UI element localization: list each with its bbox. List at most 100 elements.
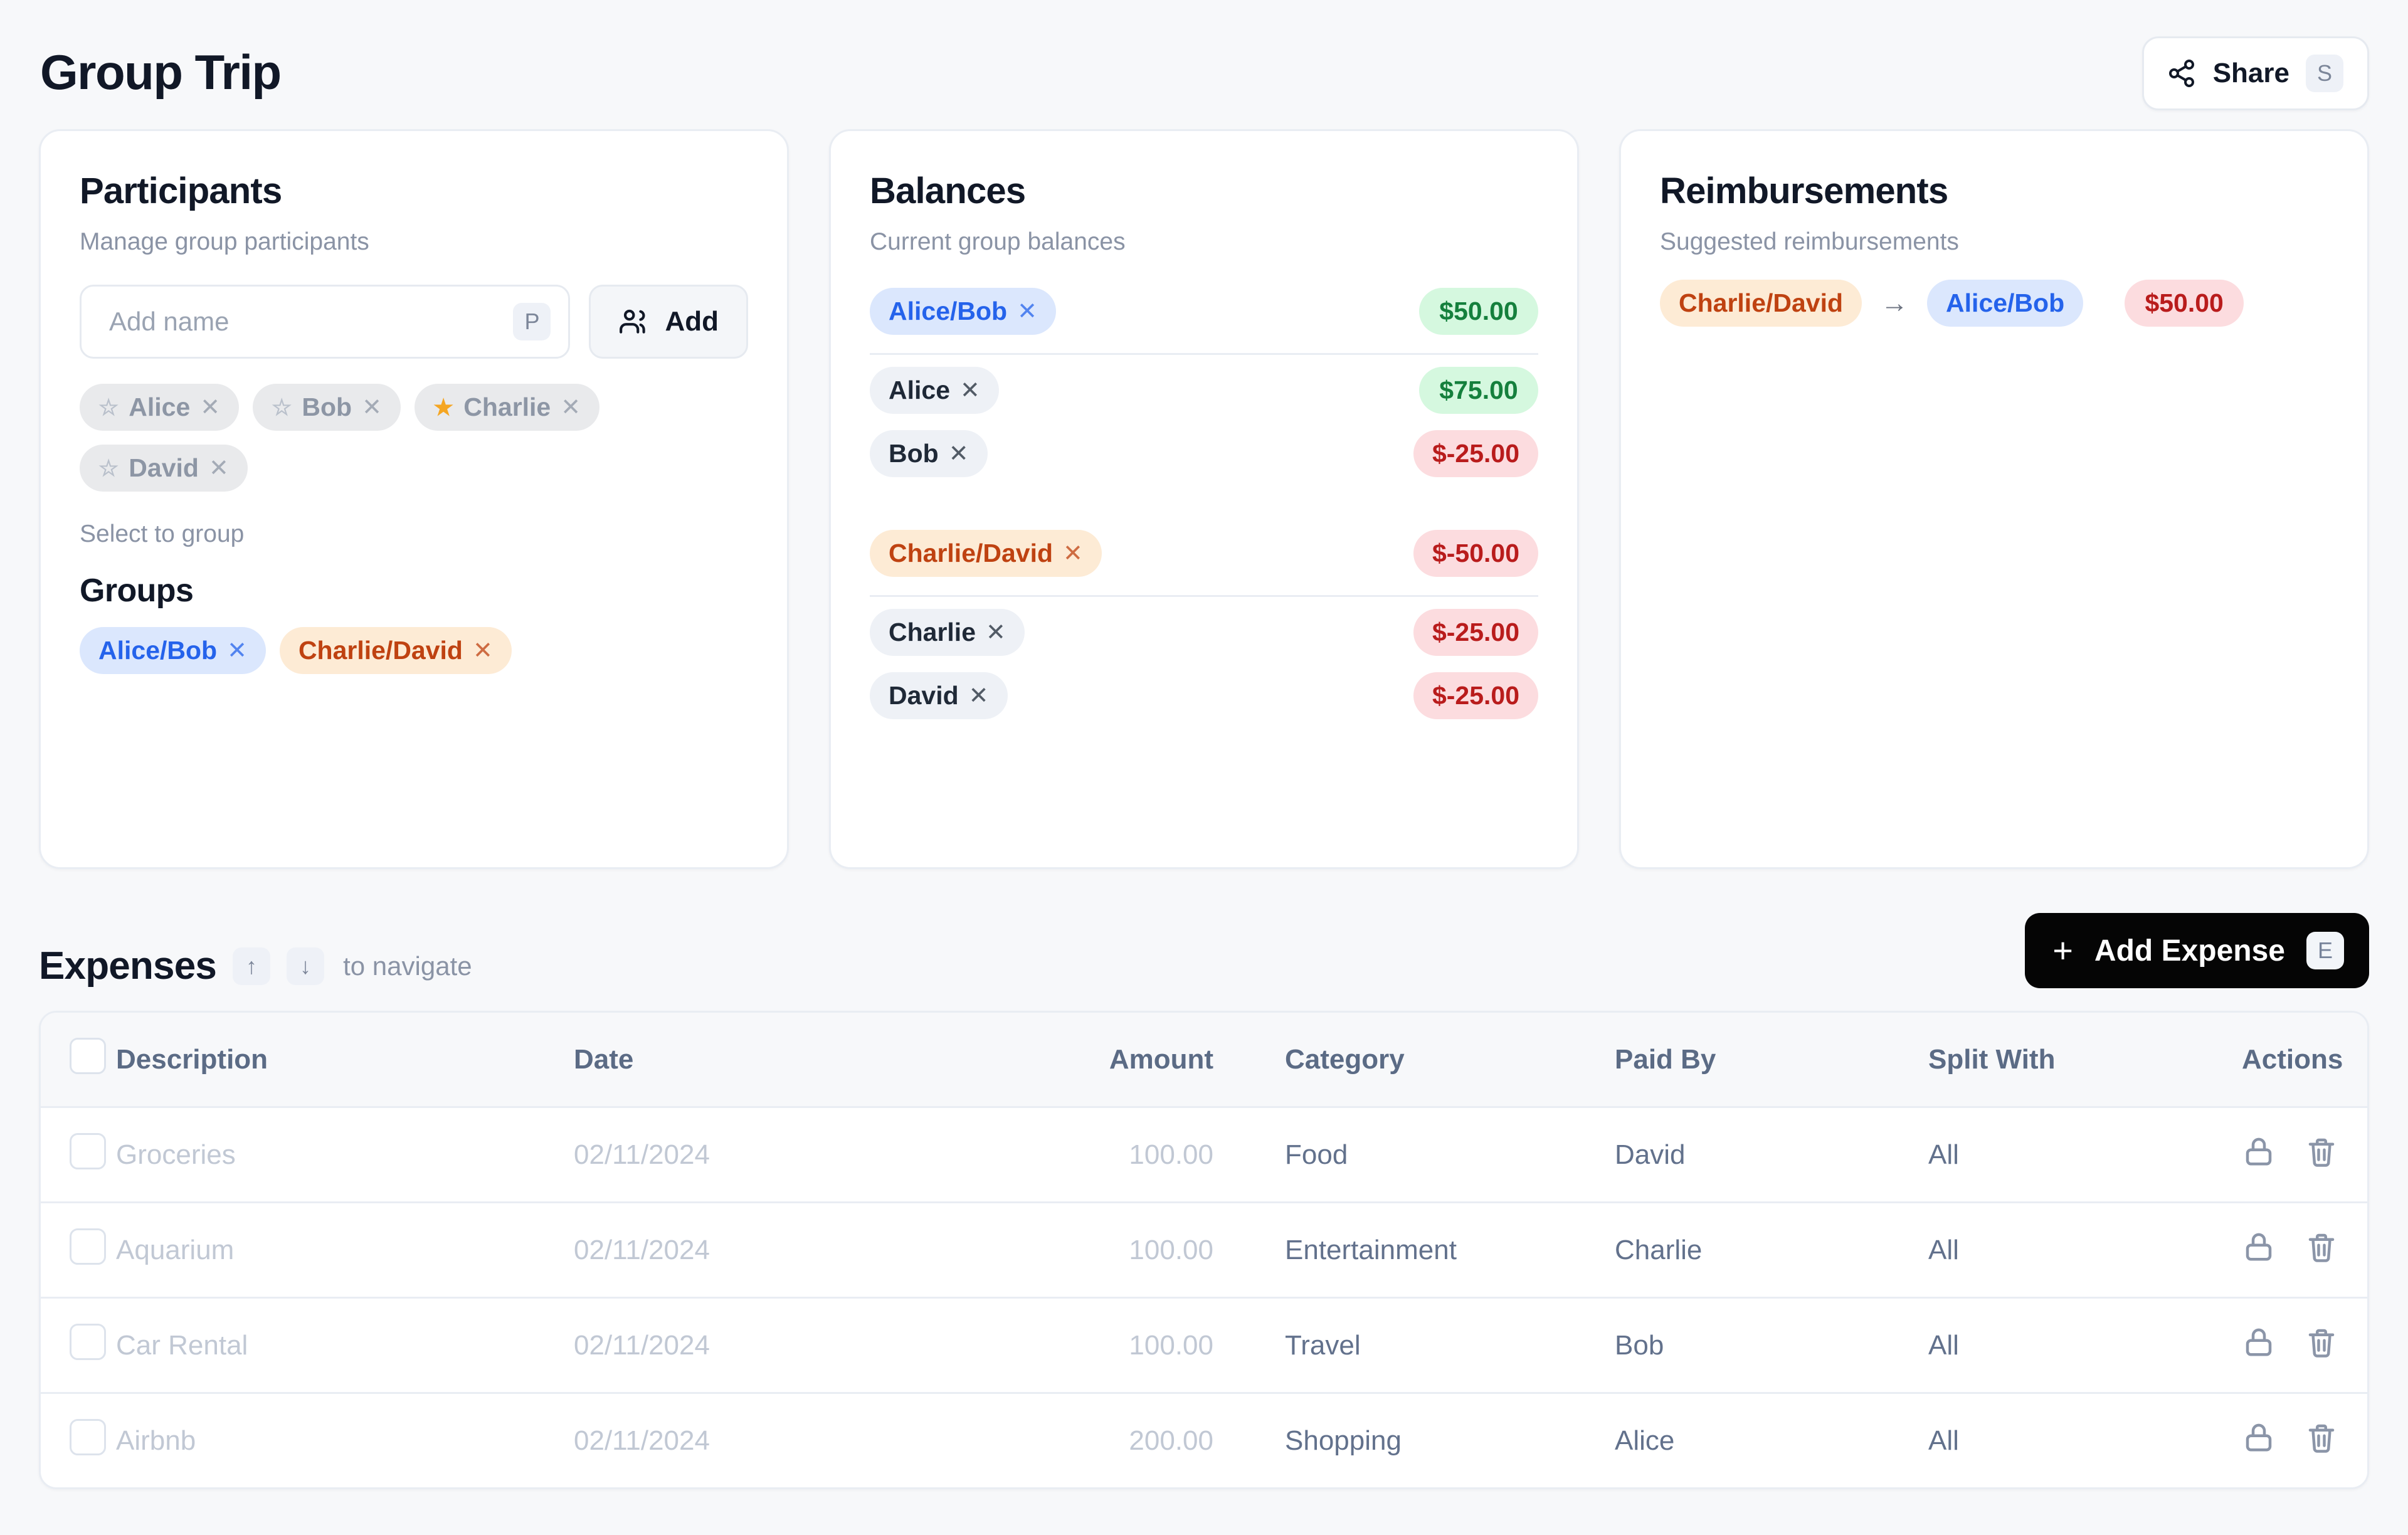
reimbursements-title: Reimbursements	[1660, 171, 1948, 211]
select-all-checkbox[interactable]	[70, 1038, 106, 1074]
column-header-paid-by[interactable]: Paid By	[1615, 1013, 1928, 1108]
cell-paid-by: Bob	[1615, 1297, 1928, 1394]
group-chip[interactable]: Alice/Bob ✕	[80, 627, 266, 674]
remove-balance-icon[interactable]: ✕	[986, 618, 1006, 646]
row-checkbox[interactable]	[70, 1133, 106, 1169]
column-header-description[interactable]: Description	[116, 1013, 574, 1108]
share-button[interactable]: Share S	[2141, 36, 2369, 110]
expenses-table: Description Date Amount Category Paid By…	[39, 1011, 2369, 1489]
balance-group-chip[interactable]: Alice/Bob ✕	[870, 288, 1056, 335]
delete-icon[interactable]	[2305, 1325, 2338, 1359]
row-checkbox[interactable]	[70, 1228, 106, 1265]
add-name-field[interactable]: P	[80, 285, 571, 359]
row-select-cell	[41, 1107, 116, 1203]
table-header-row: Description Date Amount Category Paid By…	[41, 1013, 2367, 1108]
cell-paid-by: Alice	[1615, 1425, 1675, 1456]
share-icon	[2167, 58, 2197, 88]
lock-icon[interactable]	[2242, 1325, 2276, 1359]
reimbursement-row: Charlie/David → Alice/Bob $50.00	[1660, 280, 2328, 327]
remove-balance-icon[interactable]: ✕	[960, 376, 980, 404]
balance-row: Bob ✕ $-25.00	[870, 422, 1538, 485]
column-header-category[interactable]: Category	[1257, 1013, 1615, 1108]
cell-description: Airbnb	[116, 1425, 196, 1456]
cell-amount: 100.00	[931, 1297, 1257, 1394]
delete-icon[interactable]	[2305, 1134, 2338, 1168]
participant-chip[interactable]: ☆ Alice ✕	[80, 384, 240, 431]
cell-date: 02/11/2024	[574, 1297, 931, 1394]
balance-member-chip[interactable]: Alice ✕	[870, 367, 999, 414]
remove-balance-icon[interactable]: ✕	[1063, 539, 1083, 567]
cell-split-with: All	[1928, 1107, 2242, 1203]
lock-icon[interactable]	[2242, 1420, 2276, 1454]
table-row[interactable]: Aquarium 02/11/2024 100.00 Entertainment Cha…	[41, 1202, 2367, 1299]
balance-group-amount: $-50.00	[1413, 530, 1538, 577]
cell-paid-by: Charlie	[1615, 1202, 1928, 1299]
reimbursements-subtitle: Suggested reimbursements	[1660, 228, 1959, 255]
remove-group-icon[interactable]: ✕	[473, 636, 493, 665]
table-row[interactable]: Airbnb 02/11/2024 200.00 Shopping Alice All	[41, 1393, 2367, 1488]
table-row[interactable]: Groceries 02/11/2024 100.00 Food David All	[41, 1107, 2367, 1203]
remove-balance-icon[interactable]: ✕	[949, 440, 969, 468]
remove-balance-icon[interactable]: ✕	[1017, 297, 1037, 325]
page-title: Group Trip	[40, 45, 282, 100]
balance-divider	[870, 595, 1538, 597]
app-root: Group Trip Share S Participants Manage g…	[0, 0, 2408, 1535]
participant-chip[interactable]: ☆ David ✕	[80, 445, 248, 492]
share-button-label: Share	[2212, 58, 2289, 88]
cell-actions	[2242, 1202, 2367, 1299]
balance-entity-name: Charlie	[889, 618, 976, 646]
lock-icon[interactable]	[2242, 1230, 2276, 1263]
balance-member-chip[interactable]: Charlie ✕	[870, 609, 1025, 656]
balance-member-chip[interactable]: Bob ✕	[870, 430, 988, 477]
cell-category: Shopping	[1285, 1425, 1402, 1456]
cell-amount: 100.00	[931, 1107, 1257, 1203]
table-row[interactable]: Car Rental 02/11/2024 100.00 Travel Bob All	[41, 1297, 2367, 1394]
lock-icon[interactable]	[2242, 1134, 2276, 1168]
balance-divider	[870, 353, 1538, 355]
users-icon	[618, 306, 650, 337]
reimbursement-amount: $50.00	[2125, 280, 2244, 327]
reimbursement-from-chip[interactable]: Charlie/David	[1660, 280, 1862, 327]
column-header-date[interactable]: Date	[574, 1013, 931, 1108]
remove-participant-icon[interactable]: ✕	[200, 393, 220, 421]
delete-icon[interactable]	[2305, 1230, 2338, 1263]
participant-chip[interactable]: ★ Charlie ✕	[414, 384, 600, 431]
cell-date: 02/11/2024	[574, 1202, 931, 1299]
add-expense-button[interactable]: + Add Expense E	[2025, 913, 2369, 988]
remove-participant-icon[interactable]: ✕	[561, 393, 581, 421]
add-participant-button[interactable]: Add	[589, 285, 748, 359]
star-filled-icon[interactable]: ★	[433, 394, 453, 421]
balance-member-chip[interactable]: David ✕	[870, 672, 1008, 719]
balance-group-chip[interactable]: Charlie/David ✕	[870, 530, 1102, 577]
balance-member-amount: $75.00	[1419, 367, 1538, 414]
cell-description: Aquarium	[116, 1202, 574, 1299]
cell-amount: 200.00	[1129, 1425, 1213, 1456]
star-outline-icon[interactable]: ☆	[272, 394, 292, 421]
participant-chip[interactable]: ☆ Bob ✕	[253, 384, 401, 431]
expenses-header: Expenses ↑ ↓ to navigate + Add Expense E	[39, 913, 2369, 988]
column-header-split-with[interactable]: Split With	[1928, 1013, 2242, 1108]
balance-member-amount: $-25.00	[1413, 609, 1538, 656]
add-expense-label: Add Expense	[2094, 934, 2285, 968]
balance-row: Alice/Bob ✕ $50.00	[870, 280, 1538, 343]
plus-icon: +	[2052, 931, 2073, 970]
share-shortcut-badge: S	[2306, 55, 2343, 92]
star-outline-icon[interactable]: ☆	[98, 394, 119, 421]
delete-icon[interactable]	[2305, 1420, 2338, 1454]
group-chip[interactable]: Charlie/David ✕	[279, 627, 512, 674]
participant-name: Charlie	[463, 393, 551, 421]
remove-participant-icon[interactable]: ✕	[209, 454, 229, 482]
reimbursement-to-chip[interactable]: Alice/Bob	[1927, 280, 2084, 327]
remove-participant-icon[interactable]: ✕	[362, 393, 382, 421]
star-outline-icon[interactable]: ☆	[98, 455, 119, 482]
column-header-amount[interactable]: Amount	[931, 1013, 1257, 1108]
add-name-input[interactable]	[109, 307, 514, 337]
cell-date: 02/11/2024	[574, 1425, 710, 1456]
row-checkbox[interactable]	[70, 1419, 106, 1455]
cell-split-with: All	[1928, 1425, 1959, 1456]
remove-balance-icon[interactable]: ✕	[969, 682, 989, 710]
row-checkbox[interactable]	[70, 1324, 106, 1360]
remove-group-icon[interactable]: ✕	[227, 636, 247, 665]
balance-entity-name: Alice	[889, 376, 950, 404]
expenses-title: Expenses	[39, 944, 217, 988]
